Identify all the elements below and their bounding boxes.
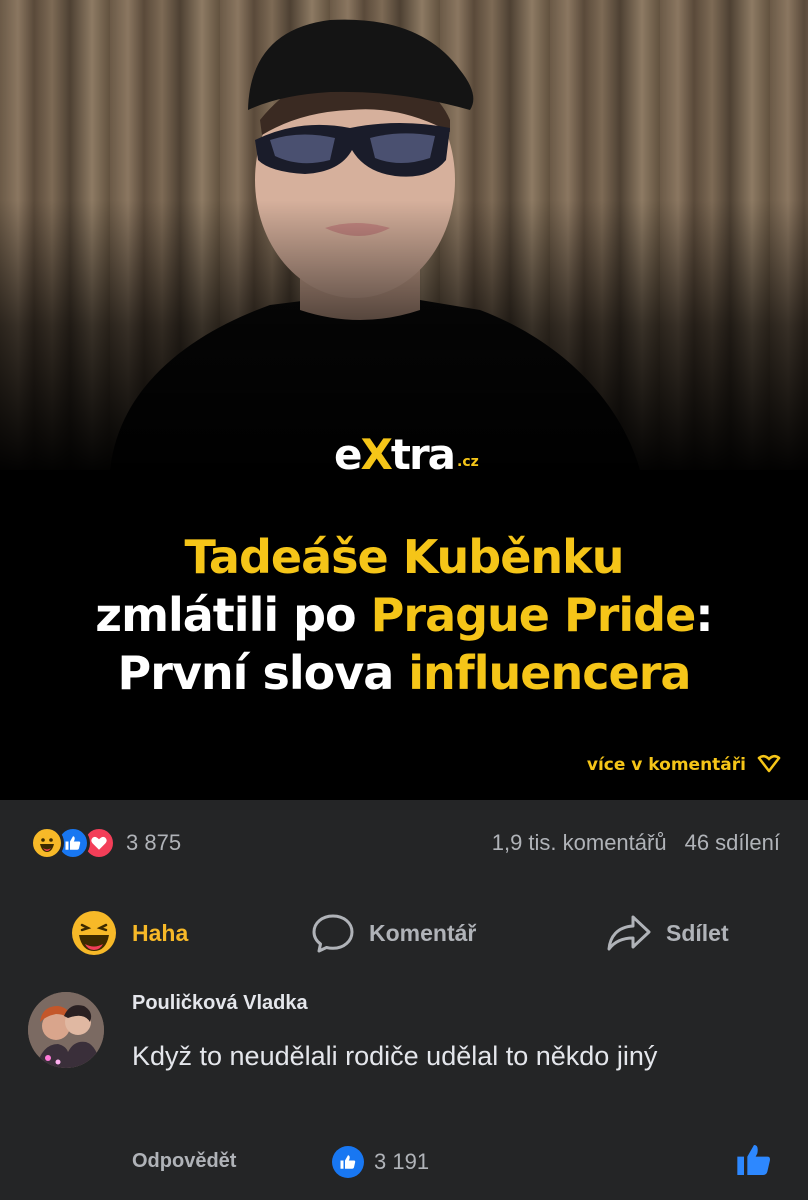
haha-icon [30, 826, 64, 860]
reactions-summary[interactable]: 3 875 [30, 826, 181, 860]
comment-like-count[interactable]: 3 191 [332, 1146, 429, 1178]
comment-bubble-icon [312, 914, 354, 953]
avatar-photo [28, 992, 104, 1068]
like-icon [332, 1146, 364, 1178]
reply-button[interactable]: Odpovědět [132, 1150, 236, 1173]
comment-author[interactable]: Pouličková Vladka [132, 992, 308, 1015]
headline: Tadeáše Kuběnku zmlátili po Prague Pride… [0, 528, 808, 702]
headline-line-1: Tadeáše Kuběnku [184, 530, 624, 584]
post-stats: 3 875 1,9 tis. komentářů 46 sdílení [0, 820, 808, 866]
thumbs-up-icon [737, 1145, 770, 1175]
haha-icon [72, 911, 116, 955]
comment-like-button[interactable] [734, 1140, 774, 1185]
post-image[interactable]: eXtra .cz Tadeáše Kuběnku zmlátili po Pr… [0, 0, 808, 800]
more-in-comments: více v komentáři [587, 754, 782, 776]
avatar[interactable] [28, 992, 104, 1068]
heart-outline-icon [757, 755, 781, 773]
headline-line-3: První slova influencera [117, 646, 692, 700]
headline-line-2: zmlátili po Prague Pride: [95, 588, 713, 642]
comments-count-link[interactable]: 1,9 tis. komentářů [492, 830, 667, 856]
reaction-count: 3 875 [126, 830, 182, 855]
shares-count-link[interactable]: 46 sdílení [685, 830, 780, 856]
post-actions: Haha Komentář Sdílet [0, 904, 808, 962]
extra-cz-logo: eXtra .cz [334, 430, 479, 479]
haha-reaction-button[interactable]: Haha [70, 909, 188, 957]
share-button[interactable]: Sdílet [606, 913, 729, 953]
comment-button[interactable]: Komentář [311, 913, 476, 953]
comment-text: Když to neudělali rodiče udělal to někdo… [132, 1041, 658, 1071]
share-arrow-icon [607, 915, 651, 951]
comment: Pouličková Vladka Když to neudělali rodi… [0, 990, 808, 1200]
